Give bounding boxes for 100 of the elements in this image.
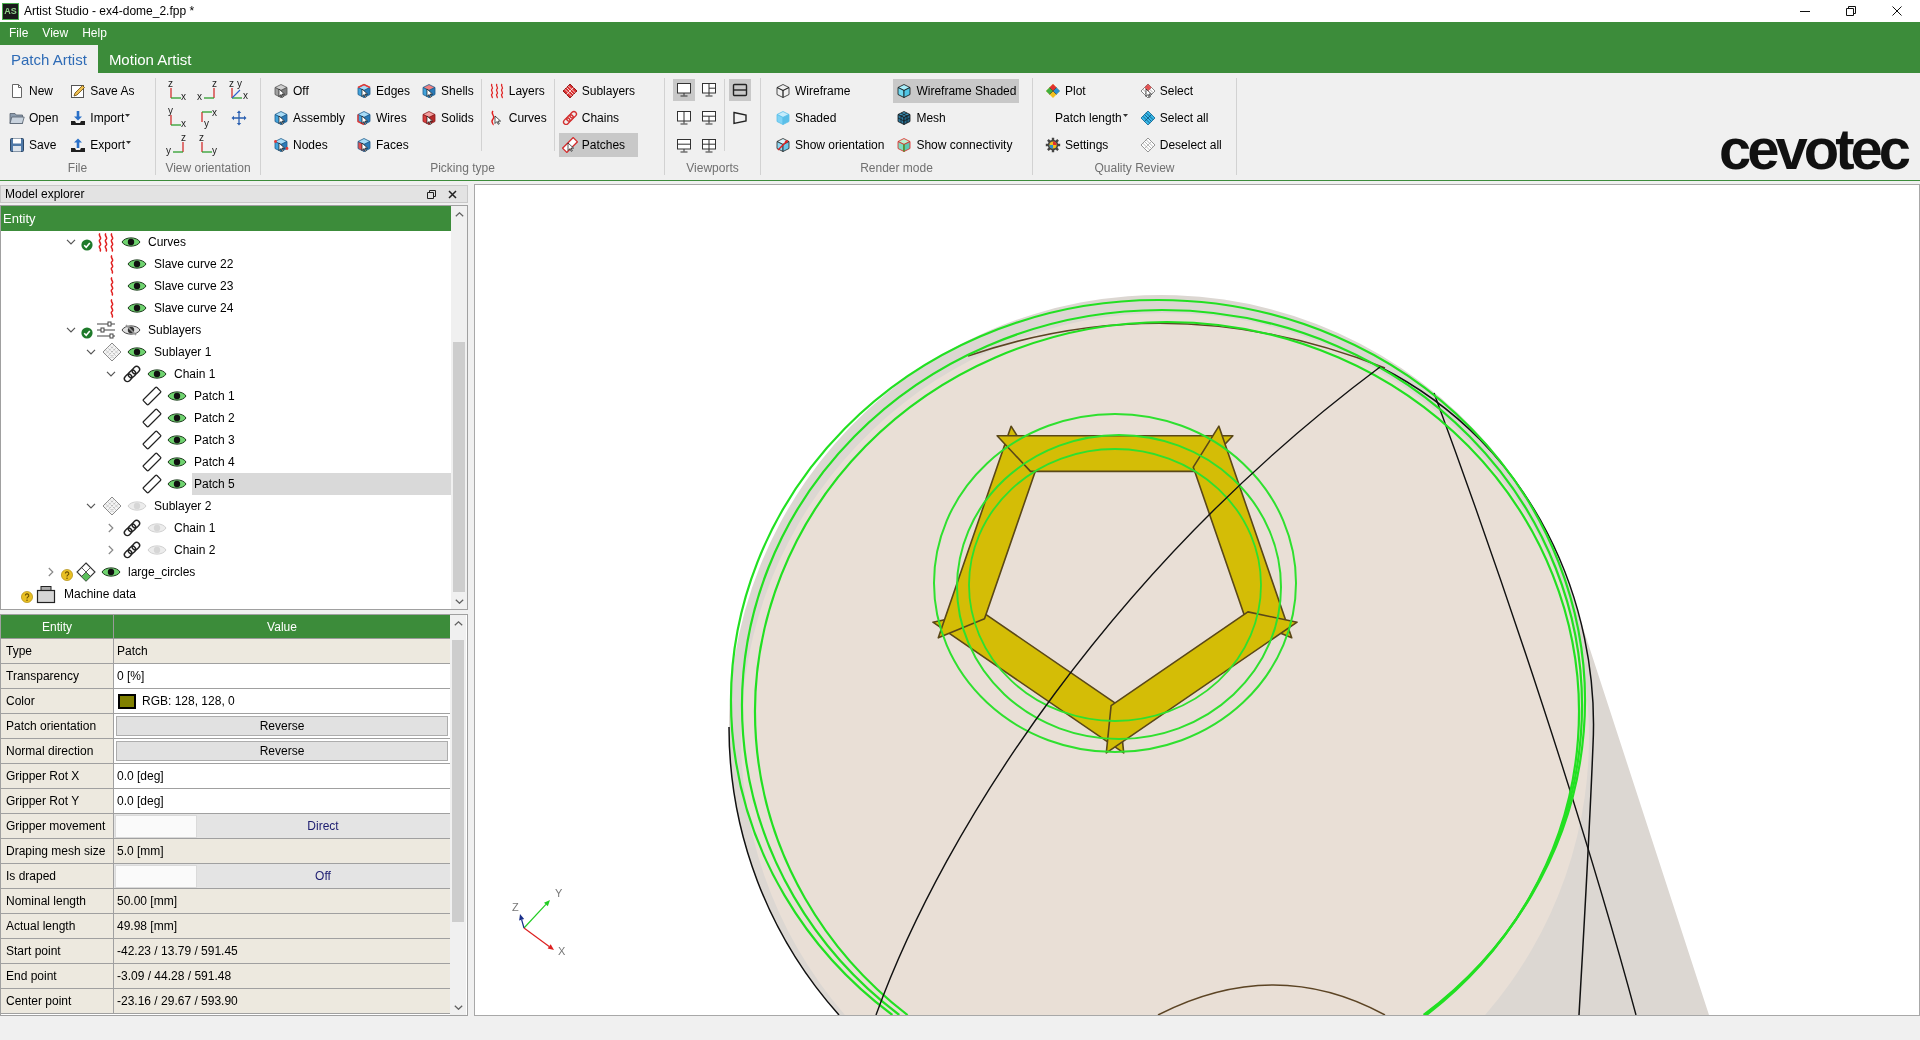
- tree-item[interactable]: Chain 2: [172, 539, 218, 561]
- menu-item[interactable]: File: [2, 22, 36, 44]
- squiggle-icon: [109, 254, 115, 274]
- picking-type-button[interactable]: Off: [270, 79, 348, 103]
- tree-item[interactable]: Slave curve 24: [152, 297, 236, 319]
- file-button[interactable]: Open: [6, 106, 62, 130]
- file-button[interactable]: Save: [6, 133, 62, 157]
- quality-review-button[interactable]: Select all: [1136, 106, 1225, 130]
- move-arrows-icon: [231, 110, 247, 126]
- property-name: Start point: [1, 939, 114, 964]
- tab[interactable]: Patch Artist: [0, 45, 98, 73]
- view-orientation-button[interactable]: z y x: [227, 79, 251, 103]
- patch-cursor-icon: [561, 137, 578, 153]
- file-button[interactable]: Save As: [67, 79, 138, 103]
- axis-label: Z: [512, 901, 519, 913]
- case-icon: [36, 584, 56, 604]
- quality-review-button[interactable]: Patch length: [1042, 106, 1131, 130]
- gear-icon: [1045, 137, 1061, 153]
- shaded-wireframe-cube-icon: [896, 83, 913, 99]
- picking-type-button[interactable]: Wires: [353, 106, 414, 130]
- picking-type-button[interactable]: Chains: [558, 106, 639, 130]
- file-button[interactable]: Export: [67, 133, 138, 157]
- picking-type-button[interactable]: Sublayers: [558, 79, 639, 103]
- chevron-up-icon: [453, 620, 463, 626]
- tree-item[interactable]: Patch 3: [192, 429, 237, 451]
- property-value: 50.00 [mm]: [114, 889, 450, 914]
- render-mode-button[interactable]: Shaded: [772, 106, 888, 130]
- cube-cursor-icon: [273, 137, 289, 153]
- viewport[interactable]: Y Z X: [474, 184, 1920, 1016]
- scrollbar-thumb[interactable]: [452, 640, 464, 922]
- tree-item[interactable]: Slave curve 22: [152, 253, 236, 275]
- patch-shape[interactable]: [1105, 611, 1298, 754]
- toggle-switch[interactable]: Direct: [114, 814, 450, 839]
- quality-review-button[interactable]: Select: [1136, 79, 1225, 103]
- squiggle-lines-icon: [488, 83, 505, 99]
- menu-item[interactable]: Help: [75, 22, 114, 44]
- group-label: Render mode: [859, 162, 934, 177]
- property-value: 49.98 [mm]: [114, 914, 450, 939]
- tree-item[interactable]: Chain 1: [172, 517, 218, 539]
- axis-lines-icon: [231, 88, 243, 99]
- viewport-layout-button[interactable]: [729, 79, 751, 101]
- view-orientation-button[interactable]: y x: [196, 106, 220, 130]
- render-mode-button[interactable]: Wireframe: [772, 79, 888, 103]
- chevron-up-icon: [454, 211, 464, 217]
- tree-item[interactable]: large_circles: [126, 561, 198, 583]
- diamond-cursor-icon: [1139, 83, 1156, 99]
- toggle-switch[interactable]: Off: [114, 864, 450, 889]
- minimize-icon: [1800, 10, 1810, 12]
- tree-item[interactable]: Patch 1: [192, 385, 237, 407]
- monitor-icon: [676, 82, 692, 98]
- render-mode-button[interactable]: Mesh: [893, 106, 1020, 130]
- scrollbar-thumb[interactable]: [453, 342, 465, 592]
- property-value: Patch: [114, 639, 450, 664]
- file-button[interactable]: New: [6, 79, 62, 103]
- menu-item[interactable]: View: [35, 22, 76, 44]
- tree-item[interactable]: Slave curve 23: [152, 275, 236, 297]
- squiggle-icon: [109, 276, 115, 296]
- picking-type-button[interactable]: Curves: [485, 106, 550, 130]
- float-button[interactable]: [424, 187, 438, 201]
- quality-review-button[interactable]: Settings: [1042, 133, 1131, 157]
- close-panel-button[interactable]: [445, 187, 459, 201]
- tree-item[interactable]: Sublayer 1: [152, 341, 214, 363]
- picking-type-button[interactable]: Solids: [418, 106, 477, 130]
- picking-type-button[interactable]: Nodes: [270, 133, 348, 157]
- tab[interactable]: Motion Artist: [97, 45, 203, 73]
- group-label: Viewports: [685, 162, 740, 177]
- tree-item[interactable]: Machine data: [62, 583, 139, 605]
- picking-type-button[interactable]: Assembly: [270, 106, 348, 130]
- tree-item[interactable]: Sublayer 2: [152, 495, 214, 517]
- property-button[interactable]: Reverse: [116, 716, 448, 736]
- column-header: Entity: [1, 206, 451, 231]
- picking-type-button[interactable]: Edges: [353, 79, 414, 103]
- picking-type-button[interactable]: Shells: [418, 79, 477, 103]
- view-orientation-button[interactable]: z y: [165, 133, 189, 157]
- property-value: 5.0 [mm]: [114, 839, 450, 864]
- axis-lines-icon: [201, 111, 213, 122]
- picking-type-button[interactable]: Faces: [353, 133, 414, 157]
- quality-review-button[interactable]: Plot: [1042, 79, 1131, 103]
- tree-item[interactable]: Patch 5: [192, 473, 451, 495]
- render-mode-button[interactable]: Show orientation: [772, 133, 888, 157]
- group-label: File: [66, 162, 89, 177]
- view-orientation-button[interactable]: z y: [196, 133, 220, 157]
- pencil-document-icon: [70, 83, 87, 99]
- picking-type-button[interactable]: Layers: [485, 79, 550, 103]
- tree-item[interactable]: Patch 2: [192, 407, 237, 429]
- picking-type-button[interactable]: Patches: [558, 133, 639, 157]
- column-header: Entity: [1, 615, 114, 639]
- quality-review-button[interactable]: Deselect all: [1136, 133, 1225, 157]
- restore-window-icon: [426, 189, 436, 199]
- tree-item[interactable]: Chain 1: [172, 363, 218, 385]
- viewport-layout-button[interactable]: [673, 79, 695, 101]
- property-button[interactable]: Reverse: [116, 741, 448, 761]
- render-mode-button[interactable]: Wireframe Shaded: [893, 79, 1020, 103]
- tree-item[interactable]: Patch 4: [192, 451, 237, 473]
- property-name: Draping mesh size: [1, 839, 114, 864]
- render-mode-button[interactable]: Show connectivity: [893, 133, 1020, 157]
- tree-item[interactable]: Curves: [146, 231, 188, 253]
- shaded-cube-icon: [775, 110, 791, 126]
- tree-item[interactable]: Sublayers: [146, 319, 204, 341]
- file-button[interactable]: Import: [67, 106, 138, 130]
